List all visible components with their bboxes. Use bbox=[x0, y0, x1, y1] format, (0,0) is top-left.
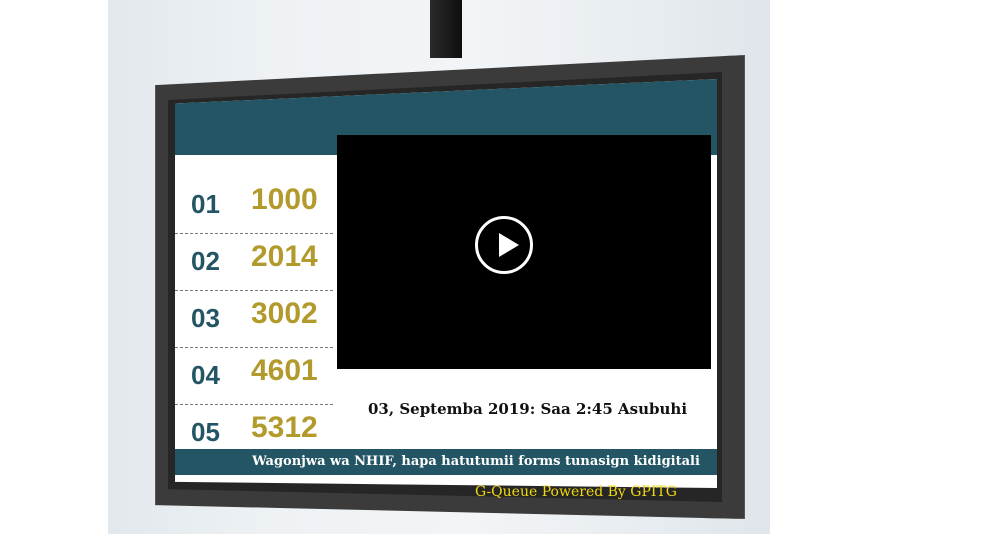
powered-by-caption: G-Queue Powered By GPITG bbox=[475, 484, 677, 500]
counter-number: 02 bbox=[191, 246, 220, 276]
counter-number: 03 bbox=[191, 303, 220, 333]
ticket-number: 1000 bbox=[251, 183, 318, 216]
counter-number: 04 bbox=[191, 360, 220, 390]
queue-row: 02 2014 bbox=[175, 234, 333, 291]
date-time-display: 03, Septemba 2019: Saa 2:45 Asubuhi bbox=[368, 400, 688, 418]
queue-list: 01 1000 02 2014 03 3002 04 4601 05 5312 bbox=[175, 177, 333, 461]
queue-row: 01 1000 bbox=[175, 177, 333, 234]
mounting-pole bbox=[430, 0, 462, 58]
counter-number: 05 bbox=[191, 417, 220, 447]
ticket-number: 2014 bbox=[251, 240, 318, 273]
ticket-number: 4601 bbox=[251, 354, 318, 387]
ticket-number: 5312 bbox=[251, 411, 318, 444]
play-icon[interactable] bbox=[475, 216, 533, 274]
announcement-text: Wagonjwa wa NHIF, hapa hatutumii forms t… bbox=[252, 454, 700, 469]
queue-display-screen: 01 1000 02 2014 03 3002 04 4601 05 5312 … bbox=[175, 79, 717, 488]
ticket-number: 3002 bbox=[251, 297, 318, 330]
queue-row: 03 3002 bbox=[175, 291, 333, 348]
announcement-ticker: Wagonjwa wa NHIF, hapa hatutumii forms t… bbox=[175, 449, 717, 475]
queue-row: 04 4601 bbox=[175, 348, 333, 405]
counter-number: 01 bbox=[191, 189, 220, 219]
